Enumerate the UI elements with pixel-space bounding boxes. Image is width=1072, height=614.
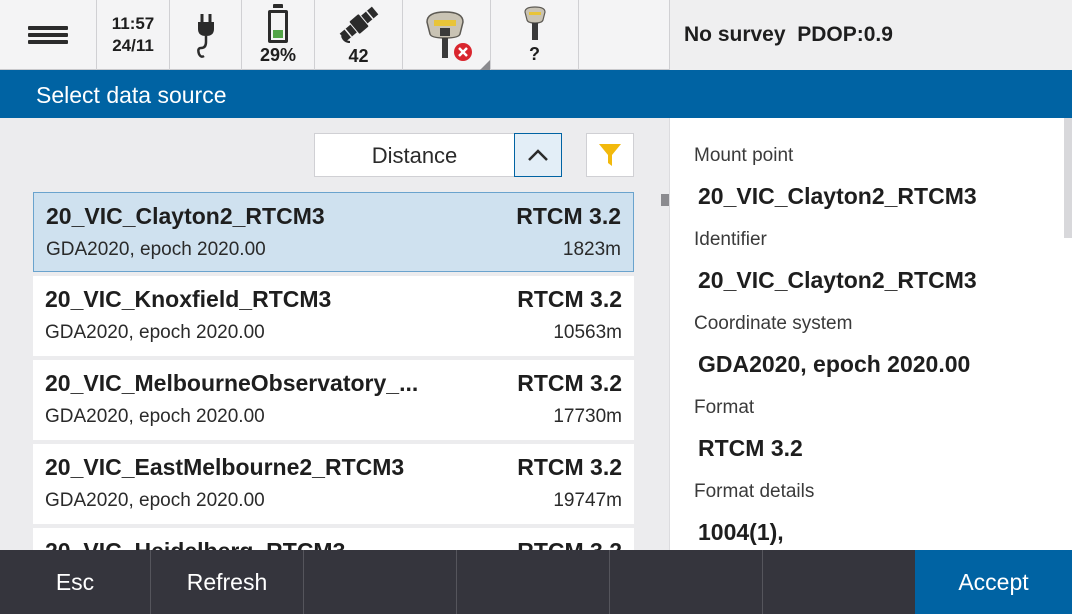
esc-button-label: Esc — [55, 568, 95, 595]
status-bar: 11:57 24/11 29% 42 ? No survey PDOP:0.9 — [0, 0, 1072, 70]
format-label: RTCM 3.2 — [517, 370, 622, 396]
mount-point-name: 20_VIC_Clayton2_RTCM3 — [46, 203, 325, 229]
format-label: RTCM 3.2 — [517, 538, 622, 550]
distance: 17730m — [553, 406, 622, 427]
distance: 10563m — [553, 322, 622, 343]
receiver-status[interactable] — [403, 0, 491, 70]
satellite-icon — [339, 6, 378, 43]
list-scrollbar[interactable] — [661, 194, 669, 206]
chevron-up-icon — [528, 149, 548, 161]
mount-point-name: 20_VIC_Knoxfield_RTCM3 — [45, 286, 332, 312]
time-text: 11:57 — [111, 14, 155, 33]
dropdown-corner-icon — [480, 60, 490, 70]
battery-icon — [268, 4, 288, 43]
coordinate-system: GDA2020, epoch 2020.00 — [45, 322, 265, 343]
second-receiver-label: ? — [529, 43, 540, 64]
distance: 1823m — [562, 239, 621, 260]
empty-status-slot[interactable] — [579, 0, 670, 70]
satellite-count: 42 — [348, 45, 369, 66]
battery-status[interactable]: 29% — [242, 0, 315, 70]
refresh-button[interactable]: Refresh — [151, 550, 304, 614]
page-title: Select data source — [36, 82, 227, 108]
sort-order-button[interactable] — [514, 133, 562, 177]
coordinate-system: GDA2020, epoch 2020.00 — [46, 239, 266, 260]
format-details-label: Format details — [694, 481, 815, 502]
refresh-button-label: Refresh — [186, 568, 268, 595]
coordinate-system-label: Coordinate system — [694, 313, 853, 334]
power-status[interactable] — [170, 0, 242, 70]
format-value: RTCM 3.2 — [698, 435, 803, 461]
menu-button[interactable] — [0, 0, 97, 70]
sort-dropdown[interactable]: Distance — [314, 133, 515, 177]
survey-status[interactable]: No survey PDOP:0.9 — [670, 0, 1072, 70]
format-label: RTCM 3.2 — [517, 454, 622, 480]
softkey-empty-1[interactable] — [304, 550, 457, 614]
softkey-empty-2[interactable] — [457, 550, 610, 614]
mount-point-value: 20_VIC_Clayton2_RTCM3 — [698, 183, 977, 209]
survey-status-text: No survey PDOP:0.9 — [684, 23, 893, 46]
list-item[interactable]: 20_VIC_Clayton2_RTCM3 RTCM 3.2 GDA2020, … — [33, 192, 634, 272]
mount-point-name: 20_VIC_EastMelbourne2_RTCM3 — [45, 454, 405, 480]
clock[interactable]: 11:57 24/11 — [97, 0, 170, 70]
list-item[interactable]: 20_VIC_Heidelberg_RTCM3 RTCM 3.2 — [33, 528, 634, 550]
hamburger-menu-icon — [28, 23, 68, 47]
list-item[interactable]: 20_VIC_MelbourneObservatory_... RTCM 3.2… — [33, 360, 634, 440]
mount-point-label: Mount point — [694, 145, 794, 166]
power-plug-icon — [196, 14, 214, 58]
format-label: RTCM 3.2 — [517, 286, 622, 312]
accept-button[interactable]: Accept — [915, 550, 1072, 614]
accept-button-label: Accept — [958, 568, 1029, 595]
format-label: Format — [694, 397, 755, 418]
coordinate-system: GDA2020, epoch 2020.00 — [45, 406, 265, 427]
filter-button[interactable] — [586, 133, 634, 177]
battery-level-fill — [273, 30, 283, 38]
satellite-status[interactable]: 42 — [315, 0, 403, 70]
data-source-list-pane: Distance 20_VIC_Clayton2_RTCM3 RTCM 3.2 … — [0, 118, 669, 550]
gnss-receiver-icon — [523, 5, 546, 40]
sort-value: Distance — [371, 143, 458, 168]
coordinate-system: GDA2020, epoch 2020.00 — [45, 490, 265, 511]
page-title-bar: Select data source — [0, 70, 1072, 118]
details-scrollbar[interactable] — [1064, 118, 1072, 238]
distance: 19747m — [553, 490, 622, 511]
date-text: 24/11 — [112, 36, 154, 55]
mount-point-name: 20_VIC_MelbourneObservatory_... — [45, 370, 419, 396]
second-receiver-status[interactable]: ? — [491, 0, 579, 70]
battery-percent: 29% — [259, 45, 297, 65]
gnss-receiver-icon — [425, 11, 472, 61]
identifier-label: Identifier — [694, 229, 767, 250]
esc-button[interactable]: Esc — [0, 550, 151, 614]
bottom-button-bar: Esc Refresh Accept — [0, 550, 1072, 614]
softkey-empty-3[interactable] — [610, 550, 763, 614]
list-item[interactable]: 20_VIC_Knoxfield_RTCM3 RTCM 3.2 GDA2020,… — [33, 276, 634, 356]
filter-funnel-icon — [599, 144, 621, 166]
list-item[interactable]: 20_VIC_EastMelbourne2_RTCM3 RTCM 3.2 GDA… — [33, 444, 634, 524]
mount-point-name: 20_VIC_Heidelberg_RTCM3 — [45, 538, 345, 550]
format-details-value: 1004(1), — [698, 519, 784, 545]
details-pane: Mount point 20_VIC_Clayton2_RTCM3 Identi… — [669, 118, 1072, 550]
coordinate-system-value: GDA2020, epoch 2020.00 — [698, 351, 971, 377]
format-label: RTCM 3.2 — [516, 203, 621, 229]
identifier-value: 20_VIC_Clayton2_RTCM3 — [698, 267, 977, 293]
